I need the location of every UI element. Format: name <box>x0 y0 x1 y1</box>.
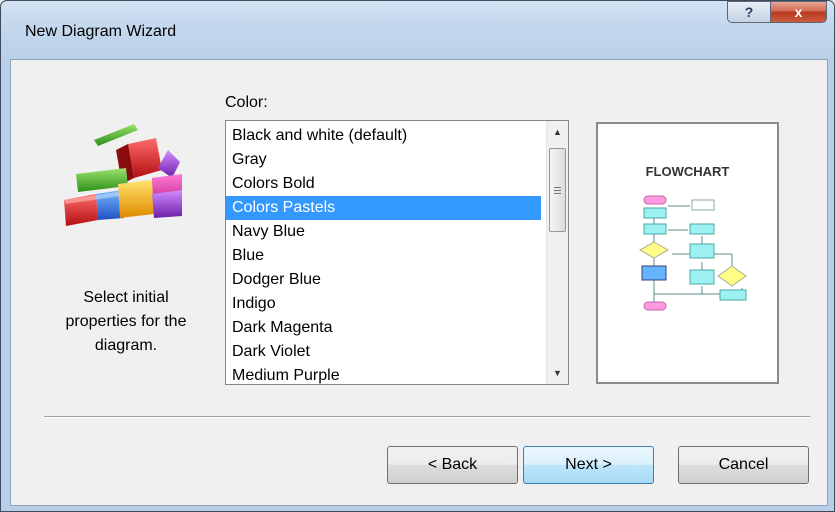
grip-icon <box>554 186 561 194</box>
color-option[interactable]: Medium Purple <box>226 364 541 384</box>
color-label: Color: <box>225 94 268 111</box>
next-button[interactable]: Next > <box>523 446 654 484</box>
scrollbar-thumb[interactable] <box>549 148 566 232</box>
colored-blocks-icon <box>64 124 182 226</box>
question-icon: ? <box>744 4 754 20</box>
flowchart-thumbnail <box>638 195 747 311</box>
close-button[interactable]: x <box>770 1 827 23</box>
close-icon: x <box>794 4 803 20</box>
color-listbox[interactable]: Black and white (default) Gray Colors Bo… <box>225 120 569 385</box>
color-option[interactable]: Colors Bold <box>226 172 541 196</box>
preview-title: FLOWCHART <box>645 164 730 179</box>
color-option[interactable]: Indigo <box>226 292 541 316</box>
separator <box>44 416 810 418</box>
cancel-button[interactable]: Cancel <box>678 446 809 484</box>
dialog-body: Select initial properties for the diagra… <box>10 59 828 506</box>
window-title: New Diagram Wizard <box>25 23 177 40</box>
color-option[interactable]: Black and white (default) <box>226 124 541 148</box>
diagram-preview: FLOWCHART <box>596 122 779 384</box>
help-button[interactable]: ? <box>727 1 771 23</box>
listbox-scrollbar[interactable]: ▲ ▼ <box>546 121 568 384</box>
arrow-up-icon[interactable]: ▲ <box>547 121 568 143</box>
color-option[interactable]: Dark Violet <box>226 340 541 364</box>
color-option[interactable]: Navy Blue <box>226 220 541 244</box>
back-button[interactable]: < Back <box>387 446 518 484</box>
color-option[interactable]: Blue <box>226 244 541 268</box>
color-option[interactable]: Dodger Blue <box>226 268 541 292</box>
color-option-selected[interactable]: Colors Pastels <box>226 196 541 220</box>
color-options: Black and white (default) Gray Colors Bo… <box>226 124 541 384</box>
dialog-window: New Diagram Wizard ? x Select initial pr… <box>0 0 835 512</box>
wizard-description: Select initial properties for the diagra… <box>65 289 187 354</box>
color-option[interactable]: Dark Magenta <box>226 316 541 340</box>
color-option[interactable]: Gray <box>226 148 541 172</box>
arrow-down-icon[interactable]: ▼ <box>547 362 568 384</box>
